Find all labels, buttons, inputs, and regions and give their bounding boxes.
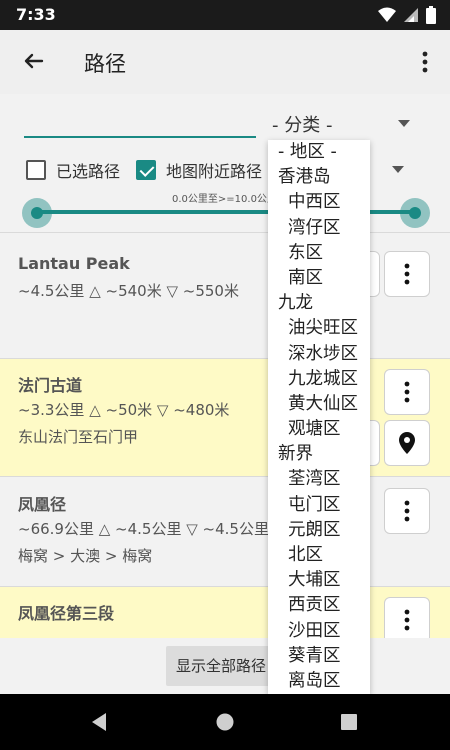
page-title: 路径 bbox=[84, 52, 126, 76]
region-option[interactable]: 湾仔区 bbox=[268, 216, 370, 241]
more-vert-icon bbox=[404, 263, 410, 285]
route-card[interactable]: 凤凰径第三段 bbox=[0, 586, 450, 638]
app-bar: 路径 bbox=[0, 30, 450, 94]
route-card[interactable]: 凤凰径 ~66.9公里 △ ~4.5公里 ▽ ~4.5公里 梅窝 > 大澳 > … bbox=[0, 476, 450, 586]
region-option[interactable]: 香港岛 bbox=[268, 165, 370, 190]
selected-routes-label: 已选路径 bbox=[56, 162, 121, 181]
region-option[interactable]: 新界 bbox=[268, 442, 370, 467]
nearby-routes-checkbox-row[interactable]: 地图附近路径 bbox=[136, 158, 262, 182]
region-option[interactable]: 深水埗区 bbox=[268, 342, 370, 367]
nearby-routes-label: 地图附近路径 bbox=[166, 162, 263, 181]
route-name: 法门古道 bbox=[18, 376, 83, 395]
region-option[interactable]: 九龙城区 bbox=[268, 367, 370, 392]
region-option[interactable]: 离岛区 bbox=[268, 669, 370, 694]
region-option[interactable]: 元朗区 bbox=[268, 518, 370, 543]
region-option[interactable]: 九龙 bbox=[268, 291, 370, 316]
selected-routes-checkbox-row[interactable]: 已选路径 bbox=[26, 158, 120, 182]
chevron-down-icon bbox=[398, 120, 410, 127]
more-vert-icon bbox=[404, 381, 410, 403]
region-option[interactable]: 南区 bbox=[268, 266, 370, 291]
distance-range-label: 0.0公里至>=10.0公里 bbox=[170, 190, 279, 205]
route-desc: 东山法门至石门甲 bbox=[18, 428, 139, 446]
route-desc: 梅窝 > 大澳 > 梅窝 bbox=[18, 547, 153, 565]
status-bar: 7:33 bbox=[0, 0, 450, 30]
route-stats: ~4.5公里 △ ~540米 ▽ ~550米 bbox=[18, 282, 239, 300]
region-chevron-down-icon[interactable] bbox=[392, 166, 404, 173]
route-map-button[interactable] bbox=[384, 420, 430, 466]
region-option[interactable]: 屯门区 bbox=[268, 493, 370, 518]
slider-max-handle[interactable] bbox=[400, 198, 430, 228]
category-selected: - 分类 - bbox=[272, 115, 333, 136]
route-name: 凤凰径第三段 bbox=[18, 604, 115, 623]
region-option[interactable]: 西贡区 bbox=[268, 593, 370, 618]
arrow-left-icon[interactable] bbox=[18, 48, 46, 76]
route-name: Lantau Peak bbox=[18, 254, 130, 273]
more-vert-icon[interactable] bbox=[416, 48, 434, 76]
region-option[interactable]: 中西区 bbox=[268, 190, 370, 215]
status-time: 7:33 bbox=[16, 5, 56, 24]
search-input[interactable] bbox=[24, 136, 256, 138]
route-more-button[interactable] bbox=[384, 597, 430, 638]
wifi-icon bbox=[378, 7, 396, 22]
route-more-button[interactable] bbox=[384, 251, 430, 297]
route-more-button[interactable] bbox=[384, 369, 430, 415]
map-marker-icon bbox=[399, 432, 415, 454]
route-stats: ~66.9公里 △ ~4.5公里 ▽ ~4.5公里 bbox=[18, 520, 269, 538]
route-name: 凤凰径 bbox=[18, 495, 67, 514]
battery-icon bbox=[426, 6, 436, 24]
status-icons bbox=[378, 6, 436, 24]
region-option[interactable]: 观塘区 bbox=[268, 417, 370, 442]
route-card[interactable]: 法门古道 ~3.3公里 △ ~50米 ▽ ~480米 东山法门至石门甲 bbox=[0, 358, 450, 476]
region-option[interactable]: 大埔区 bbox=[268, 568, 370, 593]
region-option[interactable]: 荃湾区 bbox=[268, 467, 370, 492]
more-vert-icon bbox=[404, 500, 410, 522]
bottom-bar: 显示全部路径 bbox=[0, 638, 450, 694]
selected-routes-checkbox[interactable] bbox=[26, 160, 46, 180]
system-nav-bar bbox=[0, 694, 450, 750]
region-option[interactable]: 黄大仙区 bbox=[268, 392, 370, 417]
route-list: Lantau Peak ~4.5公里 △ ~540米 ▽ ~550米 法门古道 … bbox=[0, 232, 450, 638]
more-vert-icon bbox=[404, 609, 410, 631]
region-option[interactable]: 北区 bbox=[268, 543, 370, 568]
nav-back-icon[interactable] bbox=[90, 712, 108, 732]
nav-recents-icon[interactable] bbox=[340, 712, 358, 732]
nav-home-icon[interactable] bbox=[216, 712, 234, 732]
signal-icon bbox=[404, 8, 418, 22]
route-stats: ~3.3公里 △ ~50米 ▽ ~480米 bbox=[18, 401, 230, 419]
region-option[interactable]: 葵青区 bbox=[268, 644, 370, 669]
region-option[interactable]: - 地区 - bbox=[268, 140, 370, 165]
category-spinner[interactable]: - 分类 - bbox=[268, 110, 418, 138]
slider-min-handle[interactable] bbox=[22, 198, 52, 228]
nearby-routes-checkbox[interactable] bbox=[136, 160, 156, 180]
region-dropdown-menu: - 地区 - 香港岛 中西区 湾仔区 东区 南区 九龙 油尖旺区 深水埗区 九龙城区 黄大仙区 观塘区… bbox=[268, 140, 370, 694]
region-option[interactable]: 东区 bbox=[268, 241, 370, 266]
route-more-button[interactable] bbox=[384, 488, 430, 534]
route-card[interactable]: Lantau Peak ~4.5公里 △ ~540米 ▽ ~550米 bbox=[0, 232, 450, 358]
filter-panel: - 分类 - 已选路径 地图附近路径 0.0公里至>=10.0公里 bbox=[0, 94, 450, 232]
region-option[interactable]: 沙田区 bbox=[268, 619, 370, 644]
region-option[interactable]: 油尖旺区 bbox=[268, 316, 370, 341]
